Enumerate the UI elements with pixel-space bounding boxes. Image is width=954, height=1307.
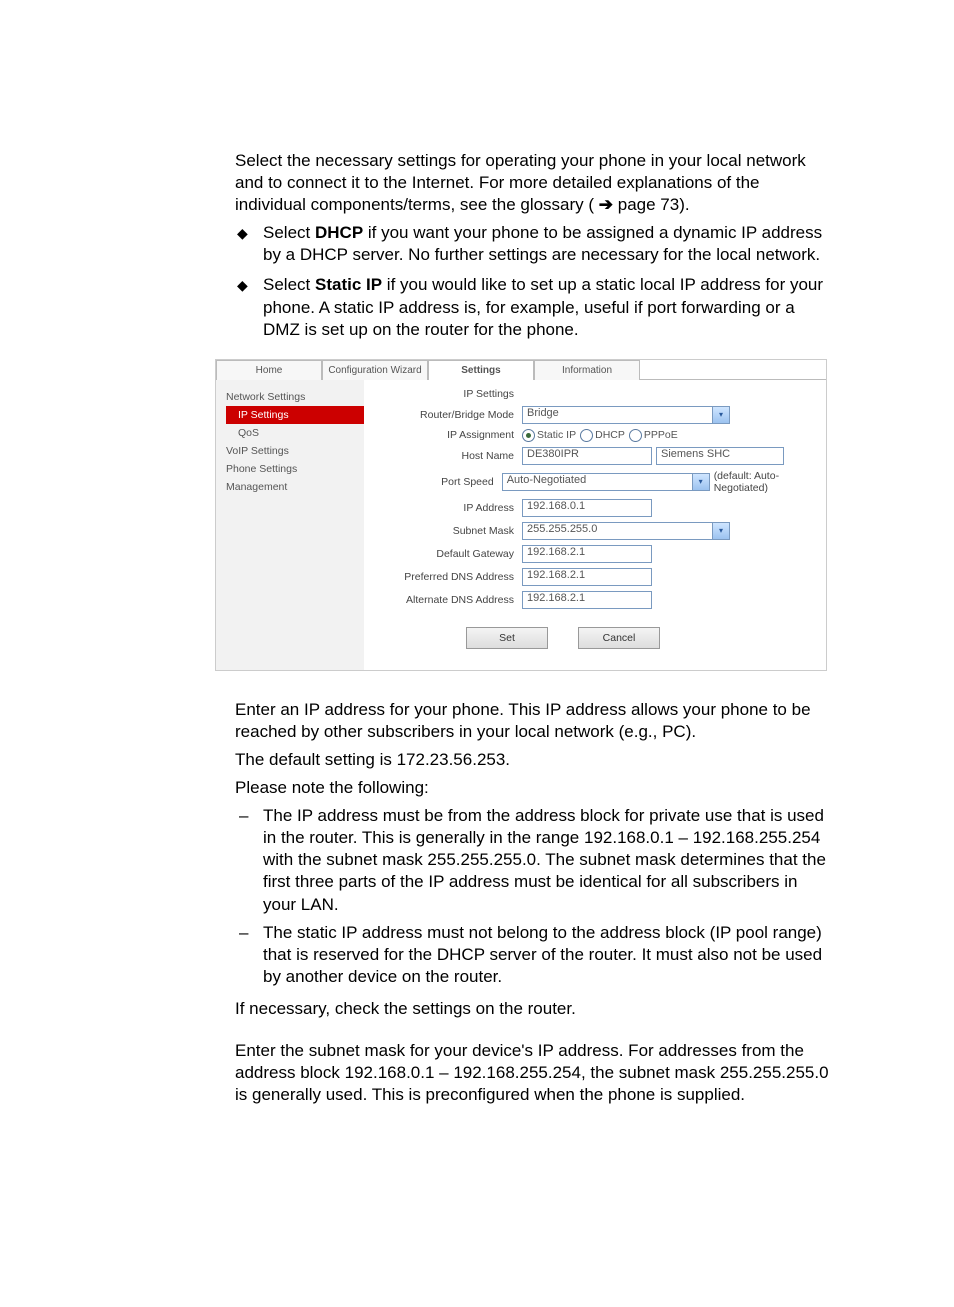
port-speed-select[interactable]: Auto-Negotiated ▾: [502, 473, 710, 491]
host-name-input[interactable]: DE380IPR: [522, 447, 652, 465]
tab-wizard[interactable]: Configuration Wizard: [322, 360, 428, 380]
options-list: Select DHCP if you want your phone to be…: [235, 222, 829, 340]
arrow-icon: ➔: [599, 194, 613, 216]
default-gateway-input[interactable]: 192.168.2.1: [522, 545, 652, 563]
note-ip-pool: The static IP address must not belong to…: [235, 922, 829, 988]
dhcp-bold: DHCP: [315, 223, 363, 242]
static-ip-bold: Static IP: [315, 275, 382, 294]
please-note-paragraph: Please note the following:: [235, 777, 829, 799]
sidebar: Network Settings IP Settings QoS VoIP Se…: [216, 380, 364, 670]
chevron-down-icon[interactable]: ▾: [692, 473, 710, 491]
radio-icon: [580, 429, 593, 442]
ip-address-label: IP Address: [374, 502, 522, 514]
tab-filler: [640, 360, 826, 380]
radio-pppoe[interactable]: PPPoE: [629, 429, 678, 442]
port-speed-default: (default: Auto-Negotiated): [714, 470, 816, 494]
tab-home[interactable]: Home: [216, 360, 322, 380]
router-bridge-label: Router/Bridge Mode: [374, 409, 522, 421]
tab-bar: Home Configuration Wizard Settings Infor…: [216, 360, 826, 380]
alternate-dns-input[interactable]: 192.168.2.1: [522, 591, 652, 609]
tab-settings[interactable]: Settings: [428, 360, 534, 380]
radio-icon: [629, 429, 642, 442]
sidebar-network-settings[interactable]: Network Settings: [216, 388, 364, 406]
sidebar-voip-settings[interactable]: VoIP Settings: [216, 442, 364, 460]
default-setting-paragraph: The default setting is 172.23.56.253.: [235, 749, 829, 771]
sidebar-ip-settings[interactable]: IP Settings: [226, 406, 364, 424]
set-button[interactable]: Set: [466, 627, 548, 649]
static-ip-option: Select Static IP if you would like to se…: [235, 274, 829, 340]
router-bridge-select[interactable]: Bridge ▾: [522, 406, 730, 424]
intro-paragraph: Select the necessary settings for operat…: [235, 150, 829, 216]
chevron-down-icon[interactable]: ▾: [712, 522, 730, 540]
radio-dhcp[interactable]: DHCP: [580, 429, 625, 442]
check-router-paragraph: If necessary, check the settings on the …: [235, 998, 829, 1020]
alternate-dns-label: Alternate DNS Address: [374, 594, 522, 606]
sidebar-qos[interactable]: QoS: [216, 424, 364, 442]
ip-assignment-radios: Static IP DHCP PPPoE: [522, 429, 678, 442]
sidebar-management[interactable]: Management: [216, 478, 364, 496]
dhcp-option: Select DHCP if you want your phone to be…: [235, 222, 829, 266]
radio-checked-icon: [522, 429, 535, 442]
form-area: IP Settings Router/Bridge Mode Bridge ▾ …: [364, 380, 826, 670]
config-screenshot: Home Configuration Wizard Settings Infor…: [215, 359, 827, 671]
router-bridge-value: Bridge: [522, 406, 712, 424]
subnet-mask-label: Subnet Mask: [374, 525, 522, 537]
enter-ip-paragraph: Enter an IP address for your phone. This…: [235, 699, 829, 743]
preferred-dns-input[interactable]: 192.168.2.1: [522, 568, 652, 586]
port-speed-value: Auto-Negotiated: [502, 473, 692, 491]
cancel-button[interactable]: Cancel: [578, 627, 660, 649]
chevron-down-icon[interactable]: ▾: [712, 406, 730, 424]
tab-information[interactable]: Information: [534, 360, 640, 380]
port-speed-label: Port Speed: [374, 476, 502, 488]
ip-assignment-label: IP Assignment: [374, 429, 522, 441]
ip-address-input[interactable]: 192.168.0.1: [522, 499, 652, 517]
host-suffix-input[interactable]: Siemens SHC: [656, 447, 784, 465]
subnet-paragraph: Enter the subnet mask for your device's …: [235, 1040, 829, 1106]
page-ref: page 73).: [613, 195, 690, 214]
intro-text: Select the necessary settings for operat…: [235, 151, 806, 214]
subnet-mask-select[interactable]: 255.255.255.0 ▾: [522, 522, 730, 540]
radio-static-ip[interactable]: Static IP: [522, 429, 576, 442]
host-name-label: Host Name: [374, 450, 522, 462]
subnet-mask-value: 255.255.255.0: [522, 522, 712, 540]
default-gateway-label: Default Gateway: [374, 548, 522, 560]
sidebar-phone-settings[interactable]: Phone Settings: [216, 460, 364, 478]
note-address-block: The IP address must be from the address …: [235, 805, 829, 915]
preferred-dns-label: Preferred DNS Address: [374, 571, 522, 583]
notes-list: The IP address must be from the address …: [235, 805, 829, 988]
form-title: IP Settings: [374, 386, 514, 406]
